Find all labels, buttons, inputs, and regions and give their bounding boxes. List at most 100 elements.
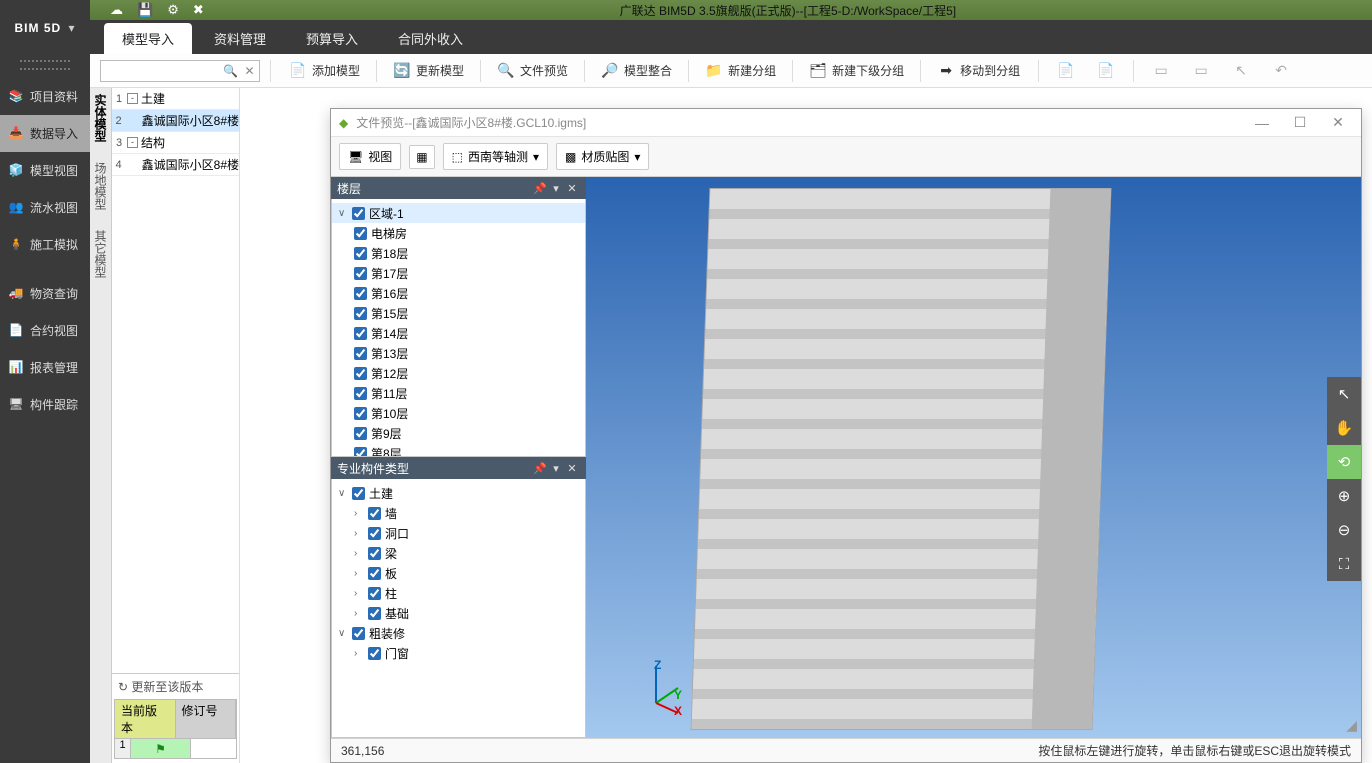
pin-icon[interactable]: 📌 (532, 462, 548, 475)
toolbar-extra-5[interactable]: ↖ (1224, 59, 1258, 83)
comp-check[interactable] (368, 607, 381, 620)
expand-icon[interactable]: › (354, 548, 364, 559)
floor-check[interactable] (354, 427, 367, 440)
comp-item[interactable]: ›板 (332, 563, 585, 583)
floor-item[interactable]: 第13层 (332, 343, 585, 363)
toolbar-btn-4[interactable]: 📁新建分组 (697, 59, 784, 83)
floor-check[interactable] (354, 287, 367, 300)
3d-viewport[interactable]: Z Y X ↖ ✋ ⟲ ⊕ ⊖ ⛶ ◢ (586, 177, 1361, 738)
floor-item[interactable]: 第14层 (332, 323, 585, 343)
comp-item[interactable]: ›基础 (332, 603, 585, 623)
preview-titlebar[interactable]: ◆ 文件预览--[鑫诚国际小区8#楼.GCL10.igms] — ☐ ✕ (331, 109, 1361, 137)
sidebar-item-8[interactable]: 🖥构件跟踪 (0, 386, 90, 423)
toolbar-btn-1[interactable]: 🔄更新模型 (385, 59, 472, 83)
tab-0[interactable]: 模型导入 (104, 23, 192, 54)
comp-check[interactable] (368, 567, 381, 580)
expand-icon[interactable]: › (354, 528, 364, 539)
floor-check[interactable] (354, 307, 367, 320)
version-rev-cell[interactable] (191, 739, 236, 758)
sidebar-item-2[interactable]: 🧊模型视图 (0, 152, 90, 189)
vtab-0[interactable]: 实体模型 (92, 94, 109, 142)
tab-3[interactable]: 合同外收入 (380, 23, 481, 54)
comp-check[interactable] (352, 487, 365, 500)
zoom-fit-icon[interactable]: ⛶ (1327, 547, 1361, 581)
comp-item[interactable]: ›梁 (332, 543, 585, 563)
sidebar-item-5[interactable]: 🚚物资查询 (0, 275, 90, 312)
expand-icon[interactable]: ∨ (338, 208, 348, 219)
projection-button[interactable]: ⬚西南等轴测 ▾ (443, 143, 548, 170)
floor-item[interactable]: 第8层 (332, 443, 585, 457)
tab-1[interactable]: 资料管理 (196, 23, 284, 54)
sidebar-item-7[interactable]: 📊报表管理 (0, 349, 90, 386)
floor-item[interactable]: 第17层 (332, 263, 585, 283)
toolbar-extra-2[interactable]: 📄 (1089, 59, 1123, 83)
close-icon[interactable]: ✕ (1323, 114, 1353, 131)
expand-icon[interactable]: › (354, 508, 364, 519)
logo-dropdown-icon[interactable]: ▾ (64, 21, 75, 35)
toolbar-btn-5[interactable]: 🗂新建下级分组 (801, 59, 912, 83)
settings-icon[interactable]: ⚙ (167, 2, 179, 18)
pin-icon[interactable]: 📌 (532, 182, 548, 195)
floor-check[interactable] (354, 347, 367, 360)
floor-check[interactable] (354, 227, 367, 240)
comp-item[interactable]: ›洞口 (332, 523, 585, 543)
search-button-icon[interactable]: 🔍 (221, 64, 240, 78)
floor-check[interactable] (354, 267, 367, 280)
grid-toggle-button[interactable]: ▦ (409, 145, 434, 169)
sidebar-grip[interactable] (20, 60, 70, 70)
toolbar-extra-4[interactable]: ▭ (1184, 59, 1218, 83)
toolbar-btn-2[interactable]: 🔍文件预览 (489, 59, 576, 83)
comp-check[interactable] (368, 507, 381, 520)
tree-row[interactable]: 1-土建 (112, 88, 239, 110)
comp-check[interactable] (368, 587, 381, 600)
sidebar-item-4[interactable]: 🧍施工模拟 (0, 226, 90, 263)
tree-row[interactable]: 4鑫诚国际小区8#楼 (112, 154, 239, 176)
dropdown-icon[interactable]: ▾ (548, 462, 564, 475)
orbit-tool-icon[interactable]: ⟲ (1327, 445, 1361, 479)
tree-row[interactable]: 2鑫诚国际小区8#楼 (112, 110, 239, 132)
comp-item[interactable]: ›门窗 (332, 643, 585, 663)
expand-icon[interactable]: › (354, 608, 364, 619)
floor-item[interactable]: 第18层 (332, 243, 585, 263)
toolbar-btn-0[interactable]: 📄添加模型 (281, 59, 368, 83)
toolbar-extra-3[interactable]: ▭ (1144, 59, 1178, 83)
dropdown-icon[interactable]: ▾ (548, 182, 564, 195)
zoom-out-icon[interactable]: ⊖ (1327, 513, 1361, 547)
sidebar-item-1[interactable]: 📥数据导入 (0, 115, 90, 152)
comp-root[interactable]: ∨粗装修 (332, 623, 585, 643)
close-doc-icon[interactable]: ✖ (193, 2, 204, 18)
view-button[interactable]: 🖥视图 (339, 143, 401, 170)
tree-row[interactable]: 3-结构 (112, 132, 239, 154)
floor-check[interactable] (354, 447, 367, 458)
comp-check[interactable] (368, 647, 381, 660)
resize-grip-icon[interactable]: ◢ (1346, 717, 1357, 734)
floor-item[interactable]: 第11层 (332, 383, 585, 403)
collapse-icon[interactable]: - (127, 93, 138, 104)
floor-item[interactable]: 第12层 (332, 363, 585, 383)
maximize-icon[interactable]: ☐ (1285, 114, 1315, 131)
floor-root[interactable]: ∨区域-1 (332, 203, 585, 223)
pan-tool-icon[interactable]: ✋ (1327, 411, 1361, 445)
floor-check[interactable] (354, 407, 367, 420)
comp-check[interactable] (368, 527, 381, 540)
sidebar-item-0[interactable]: 📚项目资料 (0, 78, 90, 115)
expand-icon[interactable]: › (354, 588, 364, 599)
pointer-tool-icon[interactable]: ↖ (1327, 377, 1361, 411)
sidebar-item-3[interactable]: 👥流水视图 (0, 189, 90, 226)
floor-check[interactable] (352, 207, 365, 220)
material-button[interactable]: ▩材质贴图 ▾ (556, 143, 649, 170)
floor-item[interactable]: 第10层 (332, 403, 585, 423)
floor-item[interactable]: 第15层 (332, 303, 585, 323)
toolbar-extra-6[interactable]: ↶ (1264, 59, 1298, 83)
comp-item[interactable]: ›墙 (332, 503, 585, 523)
floor-item[interactable]: 电梯房 (332, 223, 585, 243)
close-panel-icon[interactable]: ✕ (564, 462, 580, 475)
close-panel-icon[interactable]: ✕ (564, 182, 580, 195)
expand-icon[interactable]: › (354, 648, 364, 659)
comp-check[interactable] (368, 547, 381, 560)
comp-item[interactable]: ›柱 (332, 583, 585, 603)
floor-check[interactable] (354, 387, 367, 400)
minimize-icon[interactable]: — (1247, 115, 1277, 131)
floor-check[interactable] (354, 367, 367, 380)
toolbar-btn-3[interactable]: 🔎模型整合 (593, 59, 680, 83)
